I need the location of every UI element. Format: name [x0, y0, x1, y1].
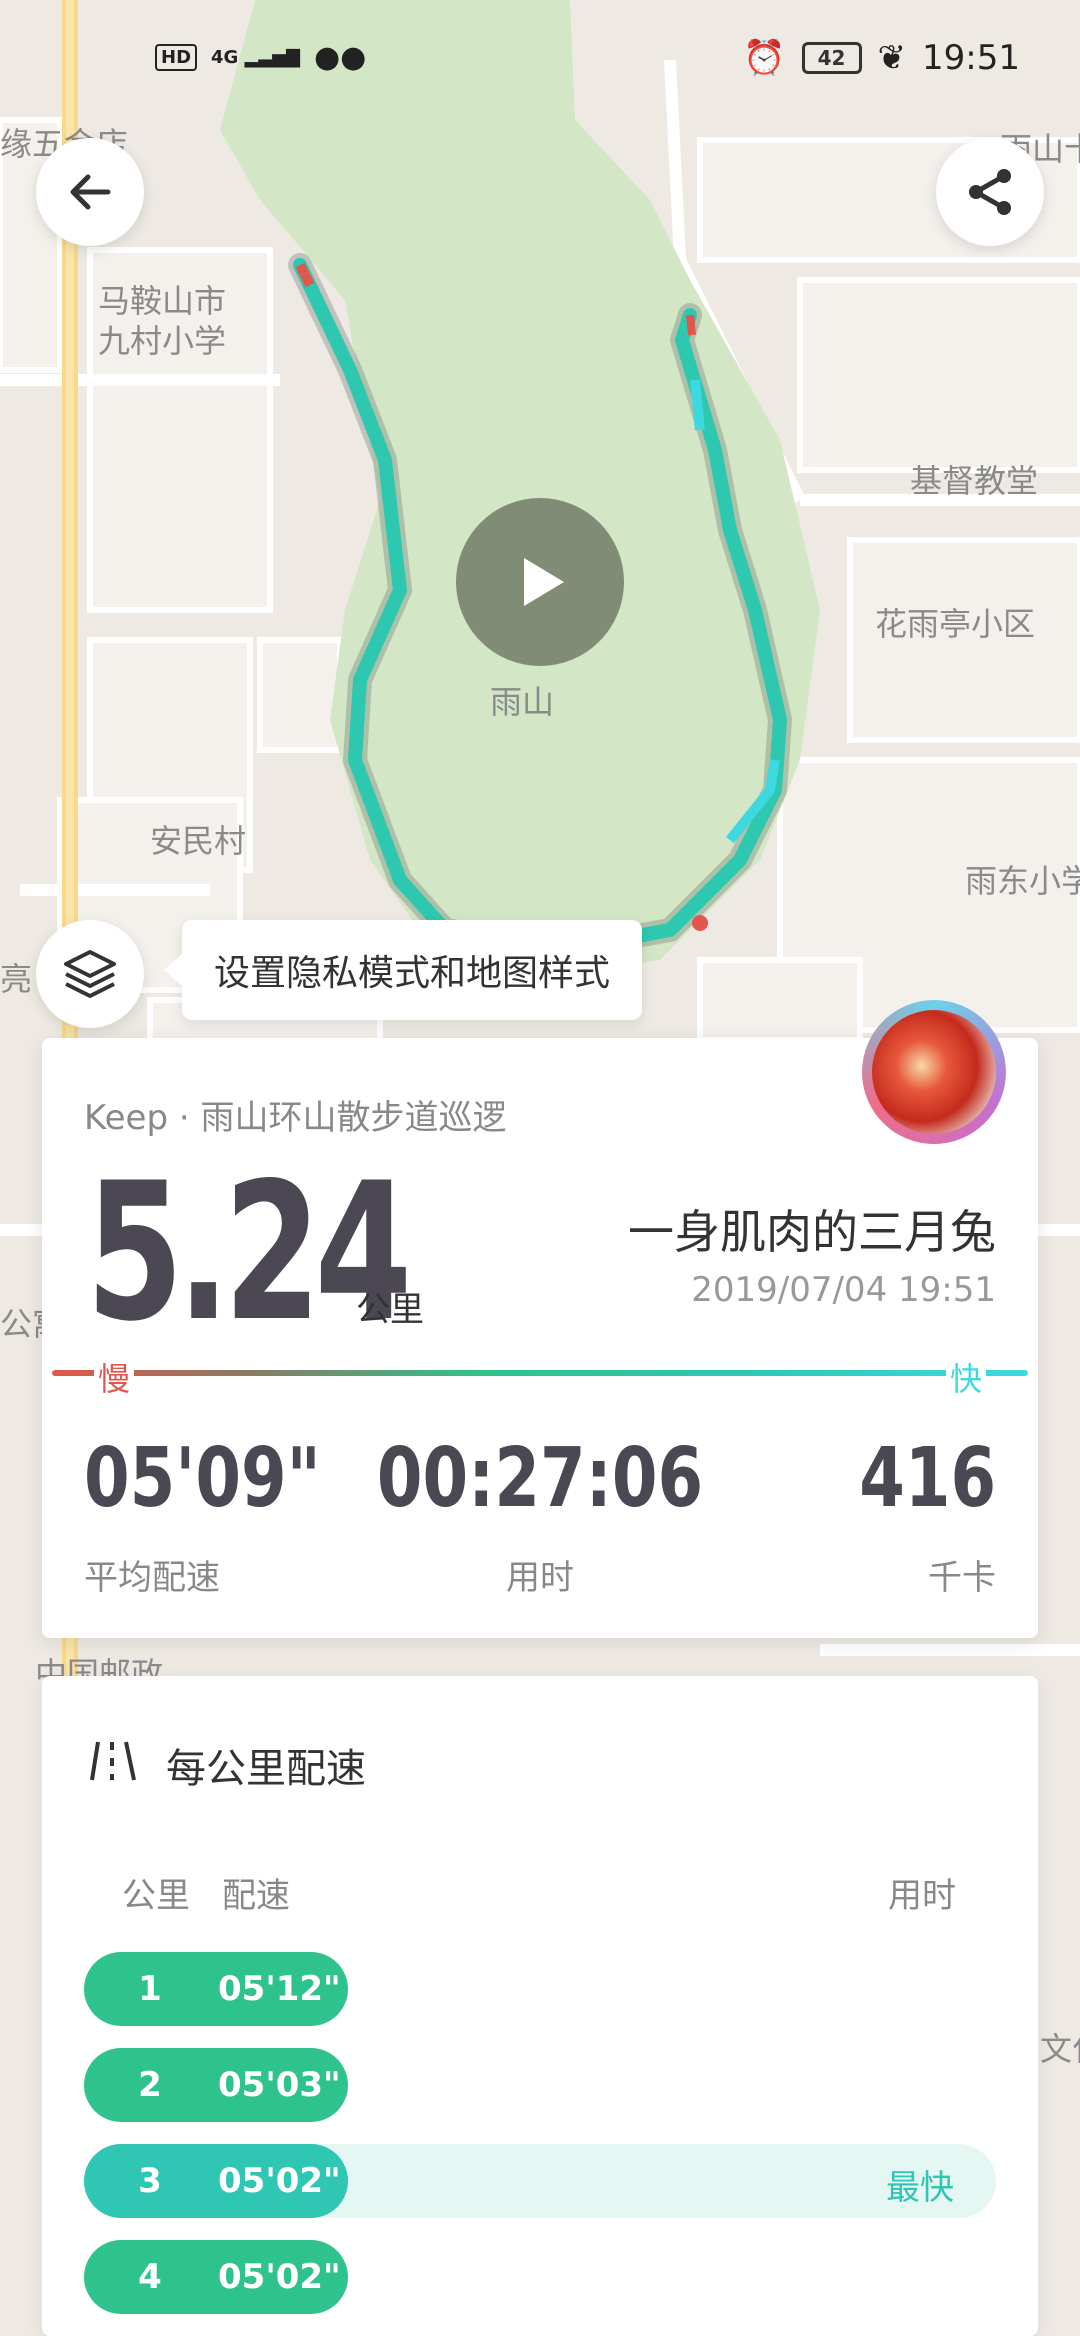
map-layers-button[interactable]	[36, 920, 144, 1028]
header-km: 公里	[122, 1876, 190, 1916]
split-row-fastest[interactable]: 3 05'02" 最快	[84, 2144, 996, 2218]
layers-icon	[64, 950, 116, 998]
pace-gradient-bar	[52, 1370, 1028, 1376]
split-km: 4	[138, 2257, 162, 2297]
alarm-icon: ⏰	[743, 38, 786, 78]
stat-calories: 416 千卡	[825, 1438, 996, 1599]
map-label: 马鞍山市	[98, 282, 226, 320]
split-row[interactable]: 1 05'12"	[84, 1952, 996, 2026]
leaf-icon: ❦	[877, 38, 907, 78]
split-pace: 05'03"	[218, 2065, 341, 2105]
back-button[interactable]	[36, 138, 144, 246]
stat-value: 00:27:06	[376, 1431, 704, 1526]
fastest-tag: 最快	[886, 2168, 954, 2208]
map-label: 花雨亭小区	[875, 605, 1035, 643]
slow-label: 慢	[94, 1354, 135, 1400]
share-button[interactable]	[936, 138, 1044, 246]
privacy-tooltip[interactable]: 设置隐私模式和地图样式	[163, 920, 643, 1020]
split-pill: 3 05'02"	[84, 2144, 348, 2218]
split-km: 3	[138, 2161, 162, 2201]
map-label: 基督教堂	[910, 462, 1038, 500]
avatar-image	[872, 1010, 996, 1134]
status-left: HD 4G ▂▃▅▇ ●●	[155, 40, 366, 75]
header-pace: 配速	[222, 1876, 290, 1916]
arrow-left-icon	[70, 174, 111, 210]
stat-label: 千卡	[928, 1558, 996, 1598]
play-replay-button[interactable]	[456, 498, 624, 666]
battery-icon: 42	[801, 42, 862, 74]
share-icon	[969, 169, 1011, 215]
map-label: 雨东小学	[965, 862, 1080, 900]
route-title: Keep · 雨山环山散步道巡逻	[84, 1098, 507, 1138]
split-pace: 05'12"	[218, 1969, 341, 2009]
split-km: 1	[138, 1969, 162, 2009]
map-label: 亮	[0, 960, 32, 998]
map-label: 雨山	[490, 683, 554, 721]
split-pace: 05'02"	[218, 2161, 341, 2201]
fast-label: 快	[945, 1354, 986, 1400]
split-pill: 4 05'02"	[84, 2240, 348, 2314]
split-pill: 1 05'12"	[84, 1952, 348, 2026]
distance-unit: 公里	[356, 1290, 424, 1330]
status-bar: HD 4G ▂▃▅▇ ●● ⏰ 42 ❦ 19:51	[0, 0, 1080, 120]
network-badge: HD	[155, 44, 198, 71]
split-row[interactable]: 2 05'03"	[84, 2048, 996, 2122]
status-right: ⏰ 42 ❦ 19:51	[743, 38, 1020, 78]
map-label: 安民村	[150, 822, 246, 860]
split-pill: 2 05'03"	[84, 2048, 348, 2122]
header-time: 用时	[888, 1876, 956, 1916]
signal-icon: 4G ▂▃▅▇	[211, 47, 300, 68]
user-name[interactable]: 一身肌肉的三月兔	[628, 1196, 996, 1262]
workout-date: 2019/07/04 19:51	[691, 1270, 996, 1310]
stat-value: 416	[859, 1431, 996, 1526]
split-lanes-icon	[90, 1741, 136, 1781]
split-pace: 05'02"	[218, 2257, 341, 2297]
map-label: 九村小学	[98, 322, 226, 360]
split-km: 2	[138, 2065, 162, 2105]
wechat-icon: ●●	[313, 40, 367, 75]
splits-title: 每公里配速	[166, 1746, 366, 1792]
splits-card: 每公里配速 公里 配速 用时 1 05'12" 2 05'03" 3 05'02…	[42, 1676, 1038, 2336]
map-label: 文化	[1040, 2030, 1080, 2068]
split-row[interactable]: 4 05'02"	[84, 2240, 996, 2314]
avatar[interactable]	[862, 1000, 1006, 1144]
play-icon	[524, 558, 564, 606]
clock: 19:51	[922, 38, 1020, 78]
